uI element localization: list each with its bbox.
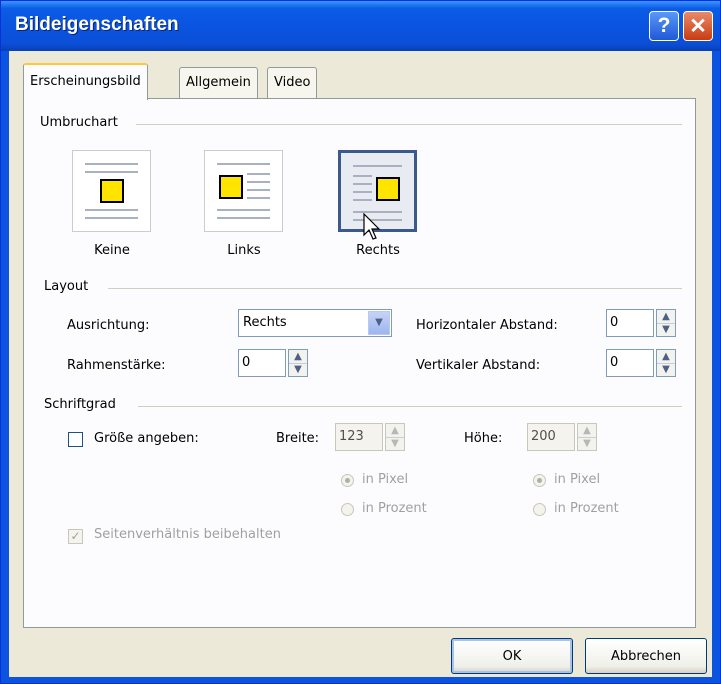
spin-down-icon[interactable]: ▼ xyxy=(289,363,307,376)
image-icon xyxy=(100,179,124,203)
width-spinner[interactable]: ▲ ▼ xyxy=(385,423,405,451)
window-frame-left xyxy=(1,51,9,683)
window-frame-bottom xyxy=(1,677,720,683)
chevron-down-icon[interactable]: ▼ xyxy=(368,311,390,335)
vspace-spinner[interactable]: ▲ ▼ xyxy=(656,349,676,377)
dialog-title: Bildeigenschaften xyxy=(15,14,179,35)
tab-erscheinungsbild[interactable]: Erscheinungsbild xyxy=(23,63,148,100)
image-icon xyxy=(219,175,243,199)
height-percent-label: in Prozent xyxy=(554,501,619,516)
window-frame-right xyxy=(712,51,720,683)
height-pixel-radio[interactable] xyxy=(533,474,546,487)
close-button[interactable]: ✕ xyxy=(683,11,713,41)
width-label: Breite: xyxy=(276,431,320,446)
hspace-label: Horizontaler Abstand: xyxy=(416,318,558,333)
wrap-left-label: Links xyxy=(227,243,261,258)
spin-up-icon[interactable]: ▲ xyxy=(578,424,596,438)
height-percent-radio[interactable] xyxy=(533,503,546,516)
border-input[interactable]: 0 xyxy=(238,349,286,377)
specify-size-label: Größe angeben: xyxy=(94,431,199,446)
tab-panel: Umbruchart Keine Links Rechts Layout Aus… xyxy=(23,98,696,628)
width-percent-radio[interactable] xyxy=(341,503,354,516)
alignment-value: Rechts xyxy=(243,315,287,330)
spin-up-icon[interactable]: ▲ xyxy=(386,424,404,438)
layout-group-label: Layout xyxy=(44,279,89,294)
hspace-input[interactable]: 0 xyxy=(606,309,654,337)
tab-video[interactable]: Video xyxy=(267,67,318,98)
wrap-none-button[interactable] xyxy=(72,150,151,232)
height-input[interactable]: 200 xyxy=(527,423,575,451)
width-input[interactable]: 123 xyxy=(335,423,383,451)
wrap-group-label: Umbruchart xyxy=(40,115,118,130)
spin-down-icon[interactable]: ▼ xyxy=(657,363,675,376)
specify-size-checkbox[interactable] xyxy=(68,432,83,447)
width-percent-label: in Prozent xyxy=(362,501,427,516)
font-group-line xyxy=(138,406,682,407)
font-group-label: Schriftgrad xyxy=(44,397,116,412)
wrap-left-button[interactable] xyxy=(204,150,283,232)
wrap-right-label: Rechts xyxy=(356,243,400,258)
mouse-cursor-icon xyxy=(363,213,381,240)
wrap-none-label: Keine xyxy=(94,243,130,258)
height-spinner[interactable]: ▲ ▼ xyxy=(577,423,597,451)
cancel-button[interactable]: Abbrechen xyxy=(585,638,707,674)
border-spinner[interactable]: ▲ ▼ xyxy=(288,349,308,377)
spin-down-icon[interactable]: ▼ xyxy=(386,437,404,450)
title-bar[interactable]: Bildeigenschaften ? ✕ xyxy=(1,1,720,51)
width-pixel-radio[interactable] xyxy=(341,474,354,487)
image-icon xyxy=(376,177,400,201)
keep-ratio-checkbox[interactable]: ✓ xyxy=(68,529,83,544)
width-pixel-label: in Pixel xyxy=(362,472,409,487)
hspace-spinner[interactable]: ▲ ▼ xyxy=(656,309,676,337)
help-button[interactable]: ? xyxy=(649,11,679,41)
spin-up-icon[interactable]: ▲ xyxy=(289,350,307,364)
vspace-input[interactable]: 0 xyxy=(606,349,654,377)
spin-up-icon[interactable]: ▲ xyxy=(657,310,675,324)
spin-up-icon[interactable]: ▲ xyxy=(657,350,675,364)
alignment-select[interactable]: Rechts ▼ xyxy=(238,309,392,337)
vspace-label: Vertikaler Abstand: xyxy=(416,358,541,373)
alignment-label: Ausrichtung: xyxy=(67,318,150,333)
keep-ratio-label: Seitenverhältnis beibehalten xyxy=(94,527,281,542)
tab-allgemein[interactable]: Allgemein xyxy=(179,67,258,98)
dialog-window: Bildeigenschaften ? ✕ Erscheinungsbild A… xyxy=(0,0,721,684)
layout-group-line xyxy=(108,288,682,289)
spin-down-icon[interactable]: ▼ xyxy=(657,323,675,336)
border-label: Rahmenstärke: xyxy=(67,358,166,373)
height-pixel-label: in Pixel xyxy=(554,472,601,487)
spin-down-icon[interactable]: ▼ xyxy=(578,437,596,450)
ok-button[interactable]: OK xyxy=(451,638,573,674)
height-label: Höhe: xyxy=(464,431,503,446)
wrap-group-line xyxy=(136,124,682,125)
